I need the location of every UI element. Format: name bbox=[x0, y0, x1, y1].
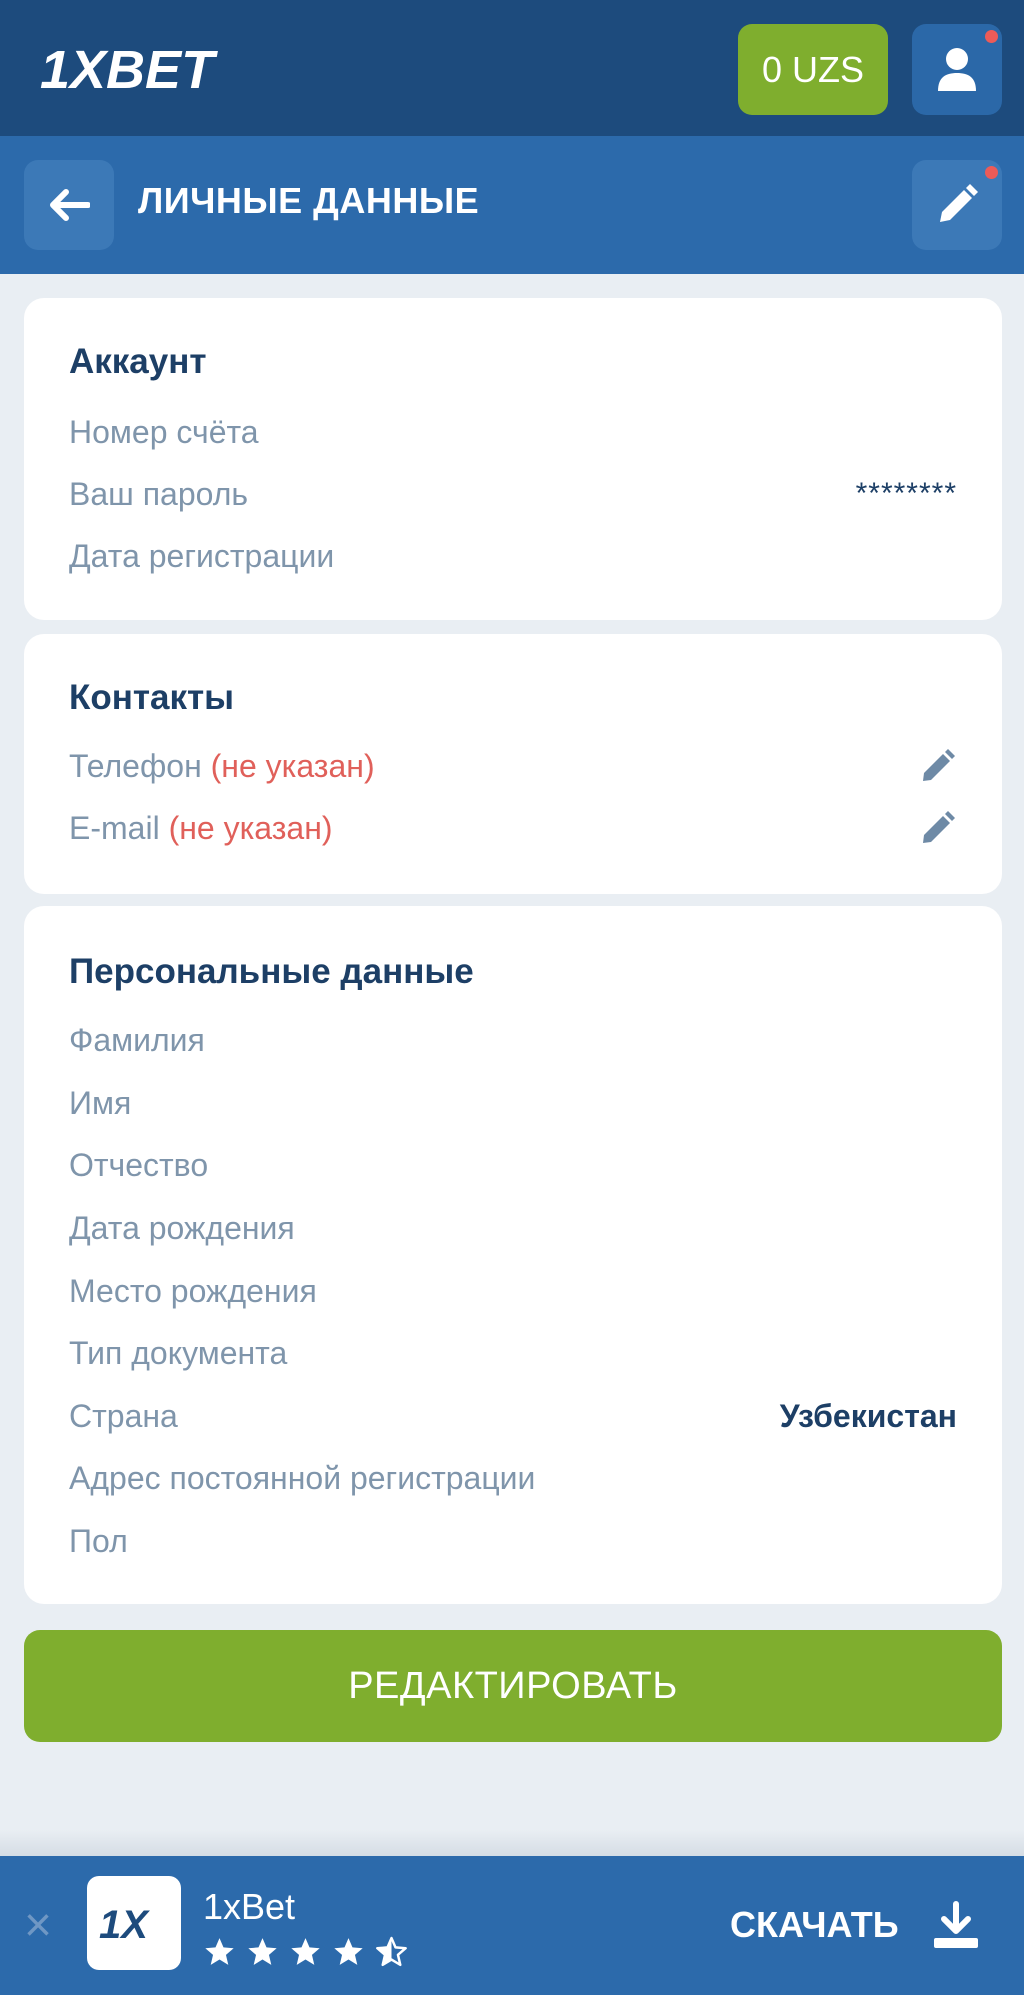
birth-place-row: Место рождения bbox=[69, 1269, 957, 1313]
email-status: (не указан) bbox=[168, 809, 333, 846]
brand-logo[interactable]: 1XBET bbox=[40, 40, 260, 96]
edit-header-button[interactable] bbox=[912, 160, 1002, 250]
back-button[interactable] bbox=[24, 160, 114, 250]
password-value: ******** bbox=[855, 477, 957, 510]
document-type-label: Тип документа bbox=[69, 1334, 288, 1371]
profile-button[interactable] bbox=[912, 24, 1002, 115]
patronymic-label: Отчество bbox=[69, 1146, 209, 1183]
star-icon bbox=[248, 1938, 277, 1965]
arrow-left-icon bbox=[50, 189, 90, 221]
close-icon[interactable]: × bbox=[24, 1902, 64, 1950]
phone-row: Телефон (не указан) bbox=[69, 744, 957, 788]
email-field: E-mail (не указан) bbox=[69, 810, 333, 847]
notification-dot bbox=[985, 30, 998, 43]
pencil-icon bbox=[940, 184, 978, 222]
contacts-card: Контакты Телефон (не указан) E-mail (не … bbox=[24, 634, 1002, 894]
name-label: Имя bbox=[69, 1084, 132, 1121]
user-icon bbox=[938, 47, 976, 91]
birth-date-row: Дата рождения bbox=[69, 1206, 957, 1250]
app-logo-icon: 1X bbox=[99, 1903, 150, 1943]
edit-button-label: РЕДАКТИРОВАТЬ bbox=[348, 1664, 678, 1707]
surname-label: Фамилия bbox=[69, 1021, 205, 1058]
rating-stars bbox=[203, 1936, 408, 1969]
account-number-row: Номер счёта bbox=[69, 410, 957, 454]
edit-button[interactable]: РЕДАКТИРОВАТЬ bbox=[24, 1630, 1002, 1742]
email-row: E-mail (не указан) bbox=[69, 806, 957, 850]
edit-phone-icon[interactable] bbox=[919, 747, 957, 785]
page-title: ЛИЧНЫЕ ДАННЫЕ bbox=[138, 180, 480, 221]
top-bar: 1XBET 0 UZS bbox=[0, 0, 1024, 136]
app-download-banner: × 1X 1xBet СКАЧАТЬ bbox=[0, 1856, 1024, 1995]
document-type-row: Тип документа bbox=[69, 1331, 957, 1375]
country-row: Страна Узбекистан bbox=[69, 1394, 957, 1438]
birth-date-label: Дата рождения bbox=[69, 1209, 295, 1246]
contacts-section-title: Контакты bbox=[69, 678, 235, 717]
registration-date-row: Дата регистрации bbox=[69, 534, 957, 578]
gender-label: Пол bbox=[69, 1522, 128, 1559]
phone-status: (не указан) bbox=[210, 747, 375, 784]
star-icon bbox=[291, 1938, 320, 1965]
star-icon bbox=[205, 1938, 234, 1965]
email-label: E-mail bbox=[69, 809, 160, 846]
download-icon[interactable] bbox=[930, 1900, 982, 1952]
surname-row: Фамилия bbox=[69, 1018, 957, 1062]
page-header: ЛИЧНЫЕ ДАННЫЕ bbox=[0, 136, 1024, 274]
account-number-label: Номер счёта bbox=[69, 413, 259, 450]
country-value: Узбекистан bbox=[779, 1397, 957, 1434]
download-button[interactable]: СКАЧАТЬ bbox=[730, 1904, 899, 1946]
personal-data-card: Персональные данные Фамилия Имя Отчество… bbox=[24, 906, 1002, 1604]
birth-place-label: Место рождения bbox=[69, 1272, 317, 1309]
app-logo-text: 1X bbox=[99, 1903, 150, 1943]
star-half-icon bbox=[376, 1936, 407, 1967]
notification-dot bbox=[985, 166, 998, 179]
app-name: 1xBet bbox=[203, 1886, 296, 1927]
phone-field: Телефон (не указан) bbox=[69, 748, 375, 785]
personal-section-title: Персональные данные bbox=[69, 952, 474, 991]
balance-amount: 0 UZS bbox=[761, 48, 865, 90]
country-label: Страна bbox=[69, 1397, 178, 1434]
gender-row: Пол bbox=[69, 1519, 957, 1563]
phone-label: Телефон bbox=[69, 747, 202, 784]
brand-logo-text: 1XBET bbox=[40, 40, 218, 96]
address-row: Адрес постоянной регистрации bbox=[69, 1456, 957, 1500]
balance-button[interactable]: 0 UZS bbox=[738, 24, 888, 115]
app-icon: 1X bbox=[87, 1876, 181, 1970]
name-row: Имя bbox=[69, 1081, 957, 1125]
password-row: Ваш пароль ******** bbox=[69, 472, 957, 516]
star-icon bbox=[334, 1938, 363, 1965]
registration-date-label: Дата регистрации bbox=[69, 537, 335, 574]
account-card: Аккаунт Номер счёта Ваш пароль ******** … bbox=[24, 298, 1002, 620]
account-section-title: Аккаунт bbox=[69, 342, 207, 381]
address-label: Адрес постоянной регистрации bbox=[69, 1459, 536, 1496]
patronymic-row: Отчество bbox=[69, 1143, 957, 1187]
password-label: Ваш пароль bbox=[69, 475, 249, 512]
divider bbox=[0, 1830, 1024, 1856]
edit-email-icon[interactable] bbox=[919, 809, 957, 847]
